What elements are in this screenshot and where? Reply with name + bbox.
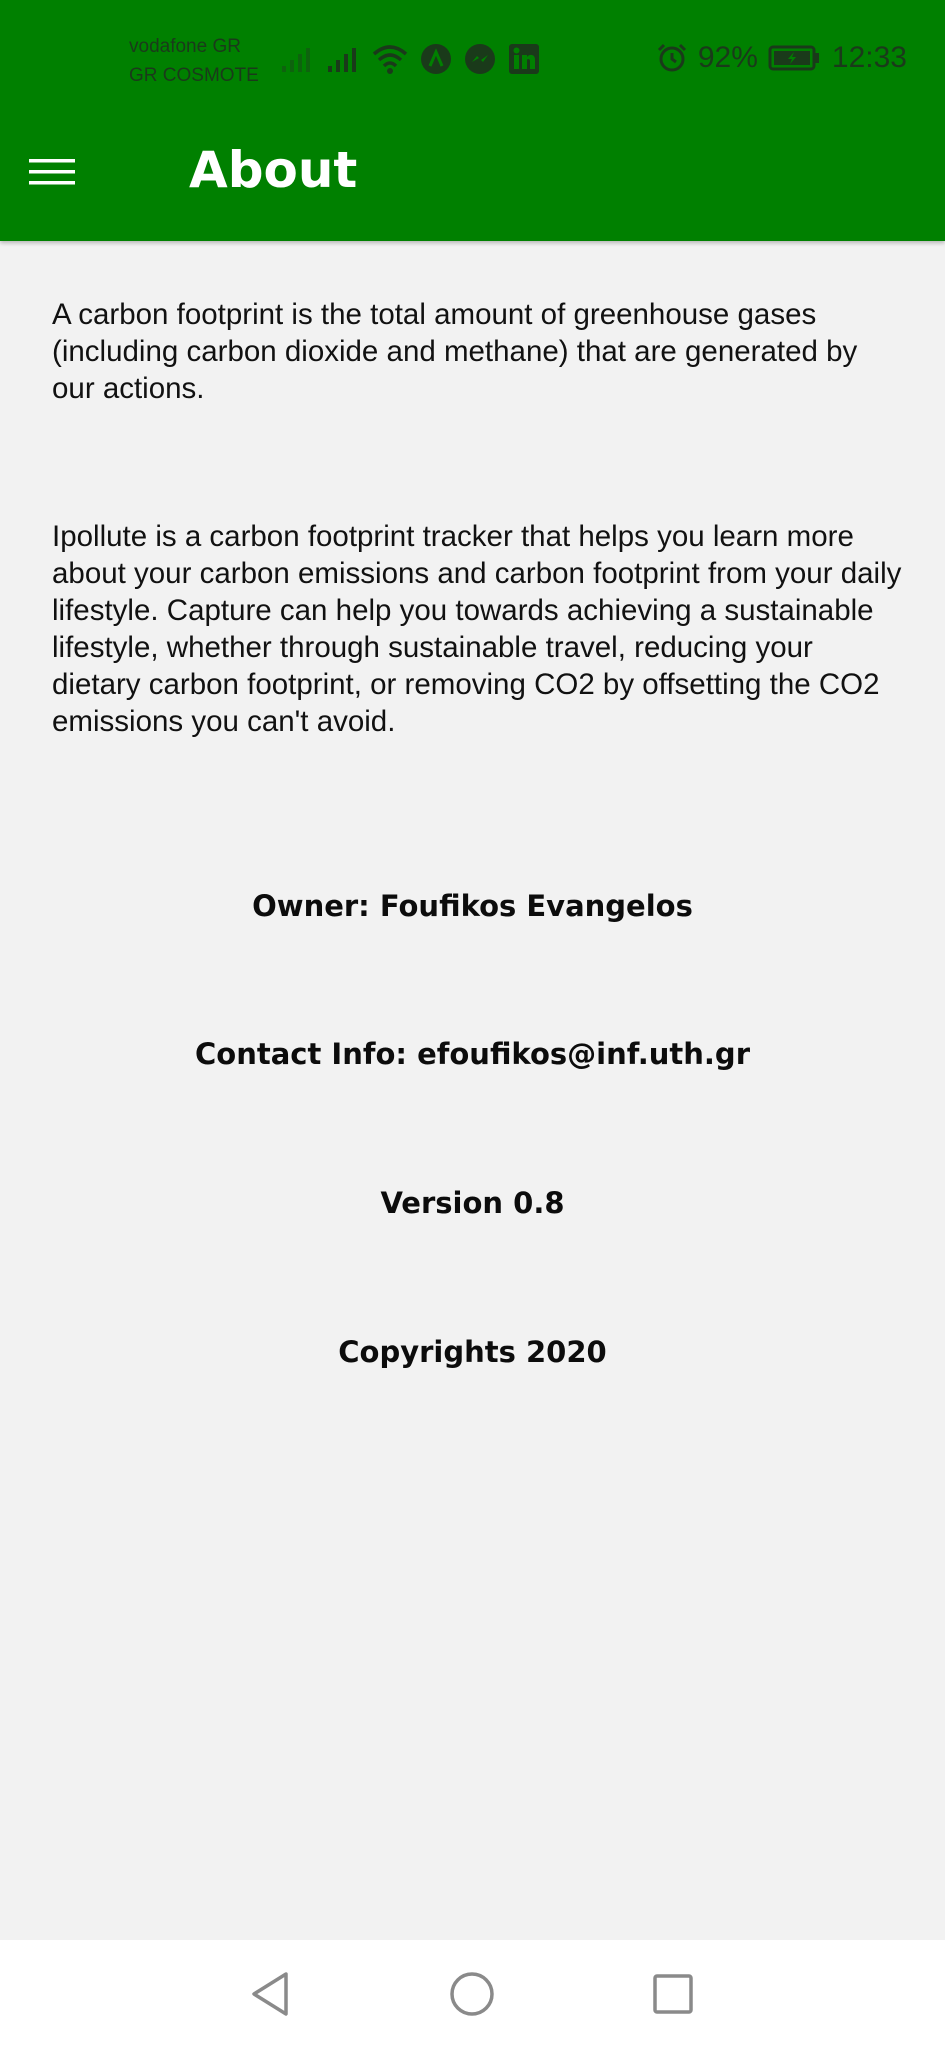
owner-info: Owner: Foufikos Evangelos — [252, 889, 693, 923]
page-title: About — [189, 141, 358, 199]
home-button[interactable] — [442, 1964, 502, 2024]
app-notification-icon — [420, 43, 452, 75]
notification-icons — [280, 40, 540, 78]
version-info: Version 0.8 — [380, 1186, 565, 1220]
signal-icon — [326, 44, 360, 74]
navigation-bar — [0, 1940, 945, 2048]
status-bar: vodafone GR GR COSMOTE 92% 12:33 — [0, 0, 945, 110]
battery-icon — [768, 44, 822, 72]
clock-time: 12:33 — [831, 41, 907, 74]
hamburger-menu-icon — [29, 157, 75, 187]
alarm-icon — [656, 42, 688, 74]
back-icon — [248, 1970, 292, 2018]
back-button[interactable] — [240, 1964, 300, 2024]
carrier-names: vodafone GR GR COSMOTE — [129, 32, 259, 90]
home-icon — [448, 1970, 496, 2018]
system-status-icons: 92% 12:33 — [656, 38, 907, 78]
app-description-text: Ipollute is a carbon footprint tracker t… — [52, 520, 902, 738]
menu-button[interactable] — [20, 140, 84, 204]
carbon-footprint-definition: A carbon footprint is the total amount o… — [52, 298, 858, 405]
recent-apps-button[interactable] — [643, 1964, 703, 2024]
battery-percent: 92% — [697, 41, 758, 74]
about-description: A carbon footprint is the total amount o… — [52, 296, 902, 407]
wifi-icon — [372, 43, 408, 75]
app-header: vodafone GR GR COSMOTE 92% 12:33 About — [0, 0, 945, 241]
signal-icon — [280, 44, 314, 74]
contact-info: Contact Info: efoufikos@inf.uth.gr — [194, 1037, 750, 1071]
app-description: Ipollute is a carbon footprint tracker t… — [52, 518, 902, 740]
messenger-icon — [464, 43, 496, 75]
copyright-info: Copyrights 2020 — [338, 1335, 607, 1369]
linkedin-icon — [508, 43, 540, 75]
carrier-1: vodafone GR — [129, 36, 241, 57]
recent-apps-icon — [651, 1972, 695, 2016]
carrier-2: GR COSMOTE — [129, 65, 259, 86]
app-bar: About — [0, 110, 945, 241]
